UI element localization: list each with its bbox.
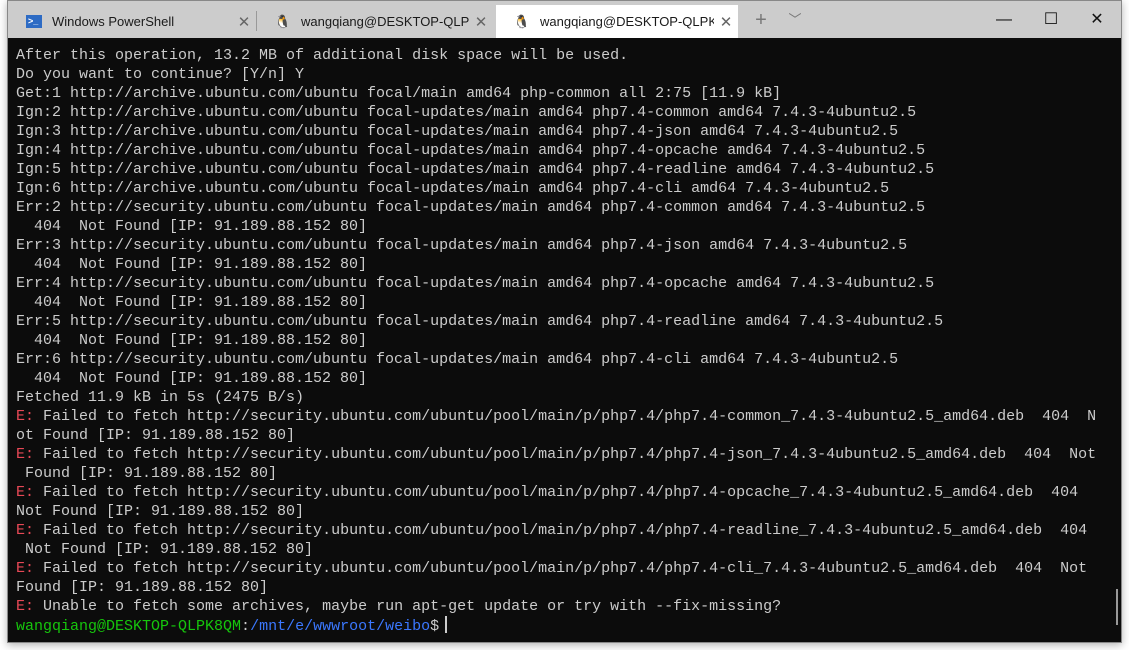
terminal-line: Do you want to continue? [Y/n] Y (16, 65, 1101, 84)
terminal-line: Ign:6 http://archive.ubuntu.com/ubuntu f… (16, 179, 1101, 198)
terminal-line: 404 Not Found [IP: 91.189.88.152 80] (16, 369, 1101, 388)
terminal-line: 404 Not Found [IP: 91.189.88.152 80] (16, 331, 1101, 350)
terminal-line: E: Failed to fetch http://security.ubunt… (16, 483, 1101, 502)
line-text: Failed to fetch http://security.ubuntu.c… (34, 408, 1097, 425)
terminal-line: 404 Not Found [IP: 91.189.88.152 80] (16, 255, 1101, 274)
tab-label: wangqiang@DESKTOP-QLPK8Q (540, 14, 714, 29)
line-text: Ign:2 http://archive.ubuntu.com/ubuntu f… (16, 104, 917, 121)
error-prefix: E: (16, 522, 35, 539)
prompt-symbol: $ (430, 618, 440, 635)
line-text: Err:6 http://security.ubuntu.com/ubuntu … (16, 351, 899, 368)
shell-prompt[interactable]: wangqiang@DESKTOP-QLPK8QM:/mnt/e/wwwroot… (16, 616, 1101, 636)
text-cursor (445, 616, 448, 633)
error-prefix: E: (16, 484, 35, 501)
line-text: 404 Not Found [IP: 91.189.88.152 80] (16, 370, 368, 387)
terminal-line: E: Failed to fetch http://security.ubunt… (16, 521, 1101, 540)
line-text: Unable to fetch some archives, maybe run… (34, 598, 782, 615)
line-text: Err:2 http://security.ubuntu.com/ubuntu … (16, 199, 926, 216)
line-text: ot Found [IP: 91.189.88.152 80] (16, 427, 296, 444)
prompt-separator: : (241, 618, 251, 635)
terminal-line: E: Failed to fetch http://security.ubunt… (16, 407, 1101, 426)
maximize-button[interactable]: ☐ (1028, 1, 1074, 38)
line-text: Err:4 http://security.ubuntu.com/ubuntu … (16, 275, 935, 292)
tab-windows-powershell[interactable]: >_ Windows PowerShell ✕ (8, 5, 256, 38)
terminal-line: Found [IP: 91.189.88.152 80] (16, 464, 1101, 483)
error-prefix: E: (16, 598, 35, 615)
terminal-line: Found [IP: 91.189.88.152 80] (16, 578, 1101, 597)
minimize-button[interactable]: — (981, 1, 1027, 38)
terminal-line: Err:4 http://security.ubuntu.com/ubuntu … (16, 274, 1101, 293)
scrollbar[interactable] (1116, 589, 1118, 625)
title-bar: >_ Windows PowerShell ✕ 🐧 wangqiang@DESK… (8, 1, 1121, 38)
close-tab-icon[interactable]: ✕ (469, 13, 493, 31)
prompt-user: wangqiang@DESKTOP-QLPK8QM (16, 618, 242, 635)
terminal-line: 404 Not Found [IP: 91.189.88.152 80] (16, 293, 1101, 312)
line-text: Ign:6 http://archive.ubuntu.com/ubuntu f… (16, 180, 890, 197)
line-text: After this operation, 13.2 MB of additio… (16, 47, 629, 64)
terminal-line: E: Failed to fetch http://security.ubunt… (16, 559, 1101, 578)
line-text: Ign:5 http://archive.ubuntu.com/ubuntu f… (16, 161, 935, 178)
linux-penguin-icon: 🐧 (274, 13, 292, 29)
line-text: 404 Not Found [IP: 91.189.88.152 80] (16, 294, 368, 311)
error-prefix: E: (16, 408, 35, 425)
line-text: Ign:3 http://archive.ubuntu.com/ubuntu f… (16, 123, 899, 140)
terminal-line: Ign:3 http://archive.ubuntu.com/ubuntu f… (16, 122, 1101, 141)
line-text: Failed to fetch http://security.ubuntu.c… (34, 522, 1088, 539)
terminal-line: Err:5 http://security.ubuntu.com/ubuntu … (16, 312, 1101, 331)
prompt-path: /mnt/e/wwwroot/weibo (250, 618, 431, 635)
error-prefix: E: (16, 446, 35, 463)
terminal-line: Ign:4 http://archive.ubuntu.com/ubuntu f… (16, 141, 1101, 160)
close-tab-icon[interactable]: ✕ (232, 13, 256, 31)
dropdown-chevron-button[interactable]: ﹀ (778, 5, 812, 35)
powershell-icon: >_ (26, 14, 42, 30)
terminal-line: Ign:2 http://archive.ubuntu.com/ubuntu f… (16, 103, 1101, 122)
tab-ubuntu-2-active[interactable]: 🐧 wangqiang@DESKTOP-QLPK8Q ✕ (496, 5, 738, 38)
terminal-line: Err:3 http://security.ubuntu.com/ubuntu … (16, 236, 1101, 255)
error-prefix: E: (16, 560, 35, 577)
terminal-line: Not Found [IP: 91.189.88.152 80] (16, 502, 1101, 521)
close-tab-icon[interactable]: ✕ (714, 13, 738, 31)
tab-label: wangqiang@DESKTOP-QLPK8Q (301, 14, 469, 29)
terminal-line: Fetched 11.9 kB in 5s (2475 B/s) (16, 388, 1101, 407)
linux-penguin-icon: 🐧 (513, 13, 531, 29)
terminal-line: ot Found [IP: 91.189.88.152 80] (16, 426, 1101, 445)
terminal-line: Ign:5 http://archive.ubuntu.com/ubuntu f… (16, 160, 1101, 179)
terminal-line: E: Failed to fetch http://security.ubunt… (16, 445, 1101, 464)
terminal-line: Not Found [IP: 91.189.88.152 80] (16, 540, 1101, 559)
line-text: Failed to fetch http://security.ubuntu.c… (34, 446, 1097, 463)
line-text: Failed to fetch http://security.ubuntu.c… (34, 484, 1079, 501)
line-text: Ign:4 http://archive.ubuntu.com/ubuntu f… (16, 142, 926, 159)
terminal-line: 404 Not Found [IP: 91.189.88.152 80] (16, 217, 1101, 236)
line-text: Failed to fetch http://security.ubuntu.c… (34, 560, 1088, 577)
line-text: 404 Not Found [IP: 91.189.88.152 80] (16, 332, 368, 349)
line-text: Fetched 11.9 kB in 5s (2475 B/s) (16, 389, 305, 406)
line-text: Not Found [IP: 91.189.88.152 80] (16, 503, 305, 520)
terminal-output[interactable]: After this operation, 13.2 MB of additio… (16, 46, 1101, 636)
new-tab-button[interactable]: + (744, 5, 778, 35)
tab-ubuntu-1[interactable]: 🐧 wangqiang@DESKTOP-QLPK8Q ✕ (257, 5, 493, 38)
terminal-line: E: Unable to fetch some archives, maybe … (16, 597, 1101, 616)
line-text: Not Found [IP: 91.189.88.152 80] (16, 541, 314, 558)
line-text: 404 Not Found [IP: 91.189.88.152 80] (16, 218, 368, 235)
line-text: Do you want to continue? [Y/n] Y (16, 66, 305, 83)
terminal-window: >_ Windows PowerShell ✕ 🐧 wangqiang@DESK… (7, 0, 1122, 643)
tab-label: Windows PowerShell (52, 14, 175, 29)
line-text: Err:3 http://security.ubuntu.com/ubuntu … (16, 237, 908, 254)
line-text: Err:5 http://security.ubuntu.com/ubuntu … (16, 313, 944, 330)
terminal-line: After this operation, 13.2 MB of additio… (16, 46, 1101, 65)
close-window-button[interactable]: ✕ (1074, 1, 1120, 38)
terminal-line: Err:2 http://security.ubuntu.com/ubuntu … (16, 198, 1101, 217)
line-text: Found [IP: 91.189.88.152 80] (16, 465, 278, 482)
line-text: Found [IP: 91.189.88.152 80] (16, 579, 269, 596)
terminal-line: Err:6 http://security.ubuntu.com/ubuntu … (16, 350, 1101, 369)
terminal-line: Get:1 http://archive.ubuntu.com/ubuntu f… (16, 84, 1101, 103)
line-text: 404 Not Found [IP: 91.189.88.152 80] (16, 256, 368, 273)
line-text: Get:1 http://archive.ubuntu.com/ubuntu f… (16, 85, 782, 102)
